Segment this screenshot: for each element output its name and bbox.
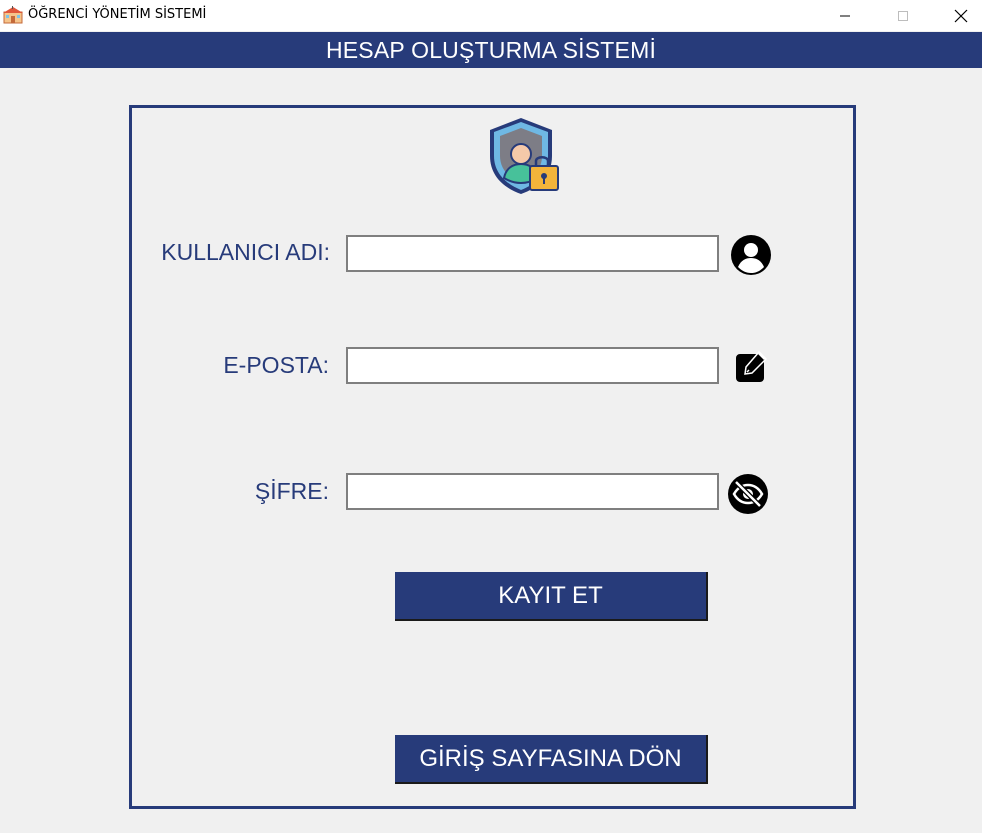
username-label: KULLANICI ADI: [161,239,330,265]
header-band: HESAP OLUŞTURMA SİSTEMİ [0,32,982,68]
back-to-login-button[interactable]: GİRİŞ SAYFASINA DÖN [395,735,708,784]
title-bar: ÖĞRENCİ YÖNETİM SİSTEMİ [0,0,982,31]
page-title: HESAP OLUŞTURMA SİSTEMİ [325,37,657,63]
form-panel [129,105,856,809]
maximize-icon [898,10,908,21]
username-input[interactable] [346,235,719,272]
maximize-button[interactable] [874,0,932,31]
minimize-button[interactable] [816,0,874,31]
password-input[interactable] [346,473,719,510]
email-input[interactable] [346,347,719,384]
user-circle-icon [731,235,771,275]
close-icon [954,9,968,22]
edit-square-icon [736,350,768,382]
email-label: E-POSTA: [223,352,329,378]
school-building-icon [3,6,23,24]
minimize-icon [840,15,850,16]
shield-user-lock-icon [490,118,559,194]
close-button[interactable] [932,0,982,31]
register-button[interactable]: KAYIT ET [395,572,708,621]
window-title: ÖĞRENCİ YÖNETİM SİSTEMİ [28,7,207,22]
password-label: ŞİFRE: [254,478,329,504]
eye-slash-icon[interactable] [727,473,769,515]
app-window: ÖĞRENCİ YÖNETİM SİSTEMİ HESAP OLUŞTURMA … [0,0,982,833]
